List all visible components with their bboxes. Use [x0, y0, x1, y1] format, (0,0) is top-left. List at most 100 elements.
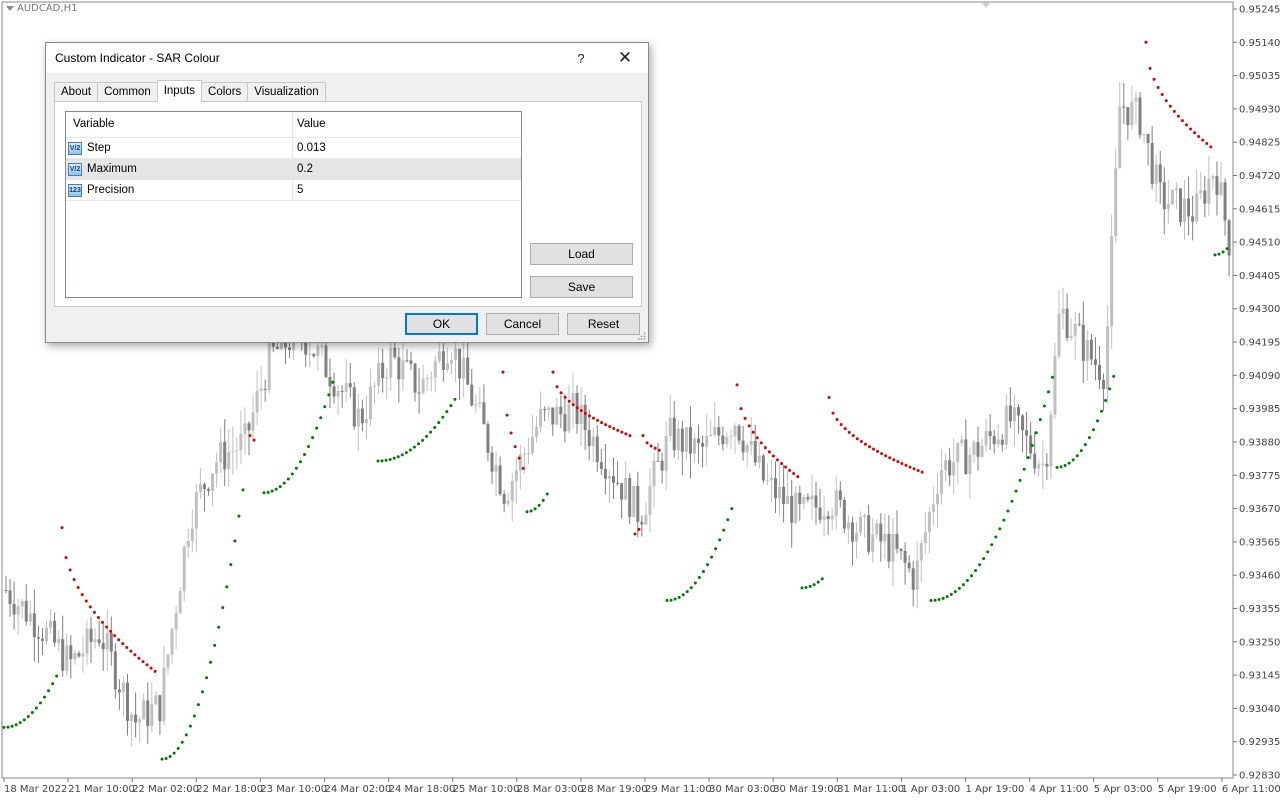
help-icon[interactable]: ?	[566, 46, 596, 70]
candle-body	[1170, 190, 1174, 205]
candle-body	[377, 362, 381, 386]
candle-body	[899, 548, 903, 551]
candle-body	[672, 417, 676, 451]
sar-dot	[221, 606, 225, 610]
sar-dot	[816, 580, 820, 584]
sar-dot	[937, 598, 941, 602]
value-cell[interactable]: 0.013	[293, 138, 521, 158]
header-variable[interactable]: Variable	[66, 112, 293, 137]
sar-dot	[880, 452, 884, 456]
candle-body	[397, 357, 401, 380]
candle-body	[879, 523, 883, 542]
sar-dot	[710, 555, 714, 559]
resize-grip-icon[interactable]	[638, 332, 646, 340]
sar-dot	[1100, 409, 1104, 413]
candle-body	[1093, 359, 1097, 365]
candle-body	[223, 441, 227, 470]
sar-dot	[1176, 114, 1180, 118]
sar-dot	[278, 485, 282, 489]
load-button[interactable]: Load	[530, 243, 633, 265]
save-button[interactable]: Save	[530, 276, 633, 298]
sar-dot	[172, 751, 176, 755]
reset-button[interactable]: Reset	[567, 313, 640, 335]
sar-dot	[213, 643, 217, 647]
collapse-triangle-icon[interactable]	[6, 6, 14, 11]
table-row[interactable]: V/2 Step 0.013	[66, 138, 521, 159]
candle-body	[1130, 101, 1134, 125]
sar-dot	[986, 550, 990, 554]
price-label: 0.94510	[1239, 238, 1280, 249]
cancel-button[interactable]: Cancel	[486, 313, 559, 335]
tab-bar: About Common Inputs Colors Visualization	[54, 80, 326, 102]
tab-visualization[interactable]: Visualization	[247, 82, 326, 102]
sar-dot	[1185, 123, 1188, 127]
sar-dot	[827, 396, 831, 400]
candle-body	[940, 470, 944, 494]
candle-body	[1061, 308, 1065, 314]
value-cell[interactable]: 5	[293, 180, 521, 200]
value-cell[interactable]: 0.2	[293, 159, 521, 179]
sar-dot	[201, 690, 204, 694]
candle-body	[8, 590, 12, 605]
sar-dot	[665, 599, 669, 603]
candle-body	[814, 495, 818, 508]
candle-body	[134, 714, 138, 723]
sar-dot	[441, 415, 445, 419]
candle-body	[1081, 324, 1085, 361]
candle-body	[761, 455, 765, 481]
sar-dot	[541, 498, 545, 502]
sar-dot	[804, 586, 808, 589]
candle-body	[12, 604, 16, 615]
candle-body	[328, 377, 332, 387]
parameters-table[interactable]: Variable Value V/2 Step 0.013 V/2 Maximu…	[65, 111, 522, 298]
tab-inputs[interactable]: Inputs	[156, 80, 203, 102]
sar-dot	[417, 442, 420, 446]
candle-body	[660, 460, 664, 471]
sar-dot	[892, 458, 896, 462]
price-label: 0.95140	[1239, 38, 1280, 49]
sar-dot	[896, 460, 900, 464]
candle-body	[348, 383, 352, 388]
sar-dot	[868, 445, 871, 449]
sar-dot	[600, 421, 604, 425]
candle-body	[996, 439, 1000, 445]
sar-dot	[84, 599, 88, 603]
table-row[interactable]: 123 Precision 5	[66, 180, 521, 201]
price-label: 0.93355	[1239, 604, 1280, 615]
candle-body	[356, 408, 360, 427]
time-label: 22 Mar 02:00	[132, 784, 199, 795]
candle-body	[830, 515, 834, 519]
candle-body	[1227, 220, 1231, 256]
close-icon[interactable]: ✕	[610, 46, 640, 70]
table-row[interactable]: V/2 Maximum 0.2	[66, 159, 521, 180]
ok-button[interactable]: OK	[405, 313, 478, 335]
sar-dot	[270, 489, 274, 493]
tab-colors[interactable]: Colors	[201, 82, 249, 102]
candle-body	[895, 533, 899, 549]
candle-body	[774, 478, 777, 499]
sar-dot	[1075, 454, 1079, 458]
sar-dot	[563, 395, 567, 399]
sar-dot	[396, 455, 400, 459]
sar-dot	[10, 724, 14, 728]
candle-body	[405, 360, 409, 362]
sar-dot	[80, 593, 84, 597]
sar-dot	[196, 703, 200, 707]
candle-body	[1098, 364, 1101, 381]
dialog-titlebar[interactable]: Custom Indicator - SAR Colour ? ✕	[46, 43, 648, 73]
tab-common[interactable]: Common	[97, 82, 158, 102]
header-value[interactable]: Value	[293, 112, 521, 137]
sar-dot	[34, 706, 38, 710]
candle-body	[101, 643, 105, 650]
sar-dot	[266, 490, 270, 494]
sar-dot	[521, 466, 525, 470]
candle-body	[360, 408, 364, 424]
sar-dot	[579, 409, 583, 413]
sar-dot	[164, 756, 168, 760]
time-label: 31 Mar 11:00	[837, 784, 904, 795]
sar-dot	[1026, 456, 1030, 460]
tab-about[interactable]: About	[54, 82, 99, 102]
candle-body	[656, 460, 660, 462]
candle-body	[745, 445, 749, 453]
candle-body	[198, 484, 202, 493]
